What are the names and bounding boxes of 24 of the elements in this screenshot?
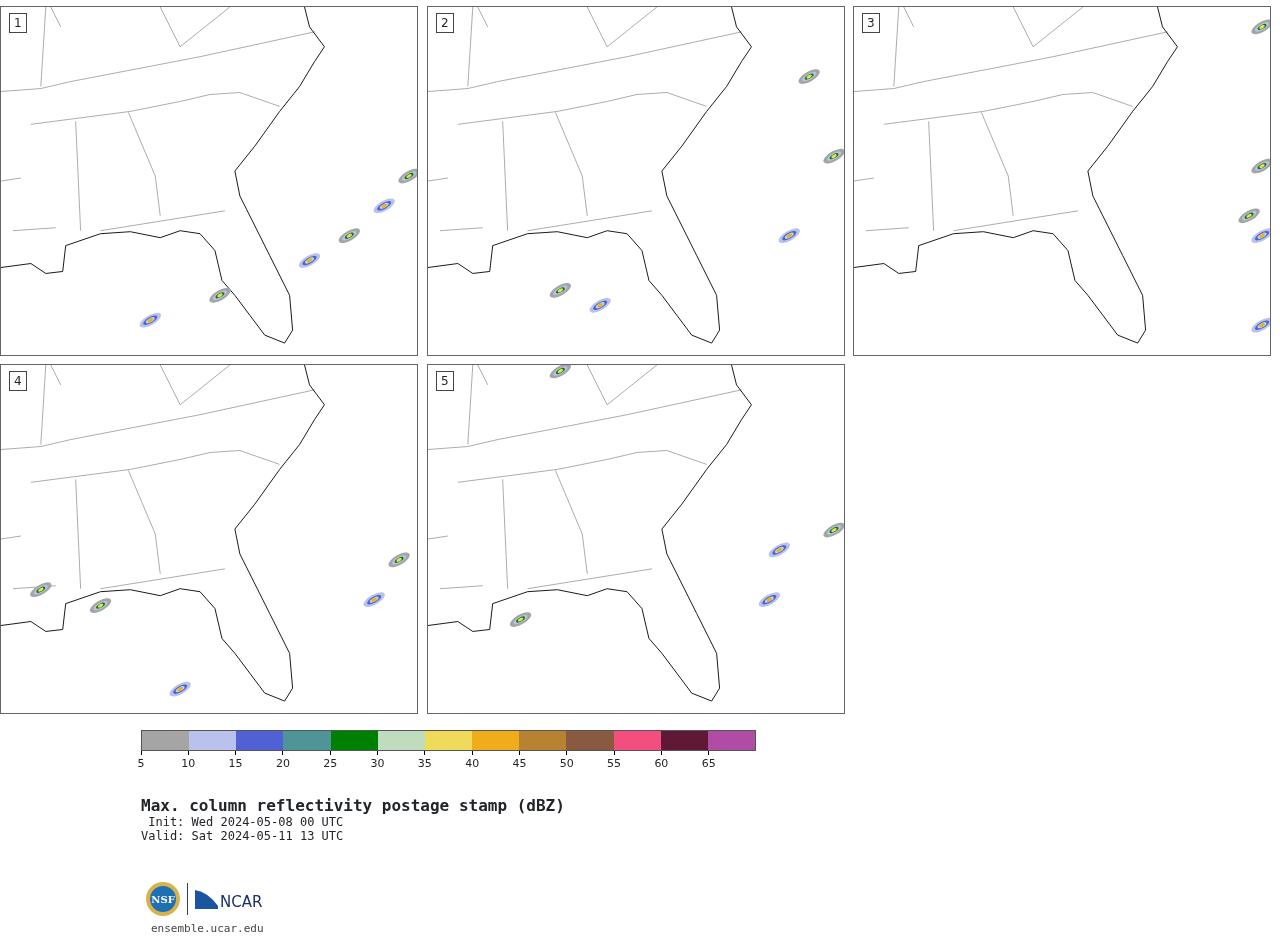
panel-number: 4 [9, 371, 27, 391]
tick-label: 65 [701, 757, 716, 770]
panel-number: 2 [436, 13, 454, 33]
tick-label: 55 [607, 757, 622, 770]
tick-label: 15 [228, 757, 243, 770]
valid-time: Valid: Sat 2024-05-11 13 UTC [141, 829, 345, 843]
tick-label: 45 [512, 757, 527, 770]
chart-title: Max. column reflectivity postage stamp (dBZ) [141, 797, 566, 815]
tick-label: 5 [137, 757, 145, 770]
panel-number: 1 [9, 13, 27, 33]
tick-label: 10 [181, 757, 196, 770]
tick-label: 60 [654, 757, 669, 770]
tick-label: 50 [559, 757, 574, 770]
nsf-logo: NSF [145, 881, 181, 917]
tick-label: 35 [417, 757, 432, 770]
tick-label: 30 [370, 757, 385, 770]
init-time: Init: Wed 2024-05-08 00 UTC [147, 815, 345, 829]
website-url: ensemble.ucar.edu [151, 921, 265, 936]
panel-number: 5 [436, 371, 454, 391]
tick-label: 25 [323, 757, 338, 770]
tick-label: 40 [465, 757, 480, 770]
panel-number: 3 [862, 13, 880, 33]
tick-label: 20 [275, 757, 290, 770]
ncar-logo: NCAR [194, 888, 268, 910]
